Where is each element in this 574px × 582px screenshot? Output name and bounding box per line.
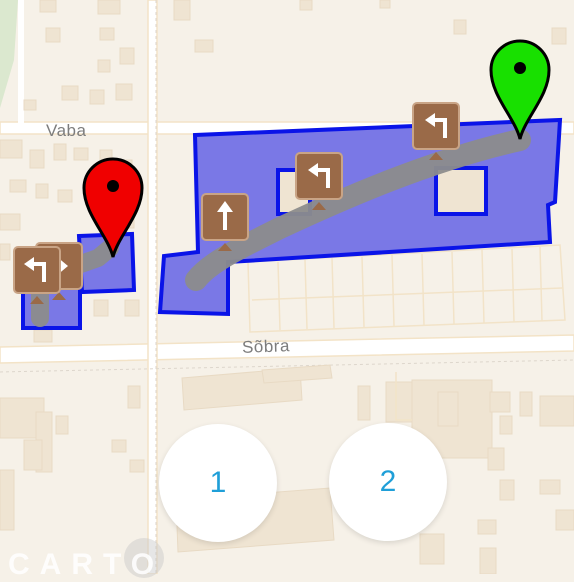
park-area — [0, 0, 18, 108]
map-canvas[interactable]: Vaba Sõbra CARTO 1 2 — [0, 0, 574, 581]
route-option-button-2[interactable]: 2 — [329, 423, 447, 541]
map-layer — [0, 0, 574, 574]
map-attribution: CARTO — [8, 548, 165, 581]
route-option-button-1[interactable]: 1 — [159, 424, 277, 542]
street-label-vaba: Vaba — [46, 121, 87, 140]
street-label-sobra: Sõbra — [241, 336, 291, 357]
